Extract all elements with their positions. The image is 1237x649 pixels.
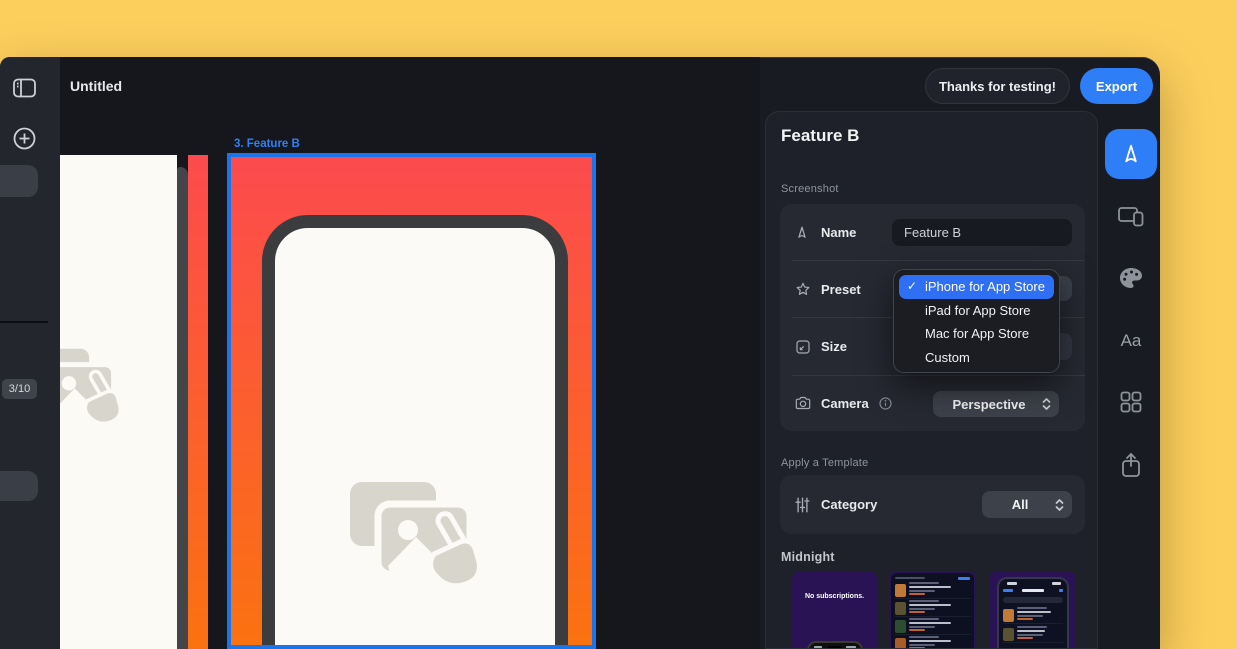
camera-label: Camera [821,396,869,411]
category-label: Category [821,497,877,512]
artboard-previous-phone-bezel [177,167,188,649]
template-section-label: Apply a Template [781,457,868,469]
checkmark-icon: ✓ [907,275,917,299]
desktop-background: Untitled 3. Fea [0,0,1237,649]
inspector-panel: Feature B Screenshot Name Feature B [765,111,1098,649]
document-title: Untitled [70,78,122,94]
category-select-value: All [1012,497,1029,512]
tool-typography-button[interactable]: Aa [1105,328,1157,354]
image-placeholder-icon [48,343,128,429]
cursor-icon [1120,142,1142,166]
sidebar-icon [13,78,36,98]
inspector-title: Feature B [781,126,859,146]
left-toolbar: 3/10 [0,57,60,649]
typography-icon: Aa [1121,331,1142,351]
thanks-for-testing-button[interactable]: Thanks for testing! [925,68,1070,104]
preset-dropdown-menu: ✓ iPhone for App Store iPad for App Stor… [893,269,1060,373]
canvas: Untitled 3. Fea [48,57,760,649]
chevron-up-down-icon [1055,498,1064,511]
resize-icon [795,339,811,355]
toggle-sidebar-button[interactable] [11,76,37,100]
template-thumbnail-2[interactable] [889,571,976,649]
app-window: Untitled 3. Fea [0,57,1160,649]
screenshot-section-label: Screenshot [781,183,839,195]
plus-circle-icon [13,127,36,150]
menu-item-mac[interactable]: Mac for App Store [899,322,1054,346]
category-select[interactable]: All [982,491,1072,518]
thumbnail-pill[interactable] [0,165,38,197]
tool-palette-button[interactable] [1105,266,1157,290]
tool-pointer-button[interactable] [1105,129,1157,179]
camera-icon [795,396,811,412]
template-settings-card: Category All [780,475,1085,534]
menu-item-ipad[interactable]: iPad for App Store [899,299,1054,323]
mini-phone [807,641,863,649]
size-label: Size [821,339,847,354]
star-icon [795,281,811,297]
chevron-up-down-icon [1042,398,1051,411]
template-thumbnail-caption: No subscriptions. [792,593,877,600]
palette-icon [1119,267,1143,289]
export-button[interactable]: Export [1080,68,1153,104]
artboard-selected[interactable] [227,153,596,649]
template-group-label: Midnight [781,550,835,564]
info-icon[interactable] [879,397,892,410]
camera-select-value: Perspective [953,397,1026,412]
toolbar-divider [0,321,48,323]
add-screenshot-button[interactable] [11,126,37,150]
artboard-label: 3. Feature B [234,138,300,150]
name-input[interactable]: Feature B [892,219,1072,246]
camera-select[interactable]: Perspective [933,391,1059,417]
preset-label: Preset [821,282,861,297]
template-thumbnail-1[interactable]: No subscriptions. [792,571,877,649]
tool-devices-button[interactable] [1105,204,1157,228]
share-icon [1121,452,1141,478]
cursor-icon [795,224,811,240]
menu-item-iphone[interactable]: ✓ iPhone for App Store [899,275,1054,299]
phone-mockup [262,215,568,649]
mini-screenshot [891,573,974,649]
name-label: Name [821,225,856,240]
image-placeholder-icon [340,474,490,594]
mini-phone [997,577,1069,649]
tool-templates-button[interactable] [1105,390,1157,414]
sliders-icon [795,497,811,513]
tool-share-button[interactable] [1105,451,1157,478]
thumbnail-pill[interactable] [0,471,38,501]
artboard-previous[interactable] [48,155,208,649]
menu-item-custom[interactable]: Custom [899,346,1054,370]
template-thumbnail-3[interactable] [989,571,1076,649]
artboard-previous-background [188,155,208,649]
devices-icon [1118,205,1144,227]
screenshot-counter: 3/10 [2,379,37,399]
grid-icon [1120,391,1142,413]
